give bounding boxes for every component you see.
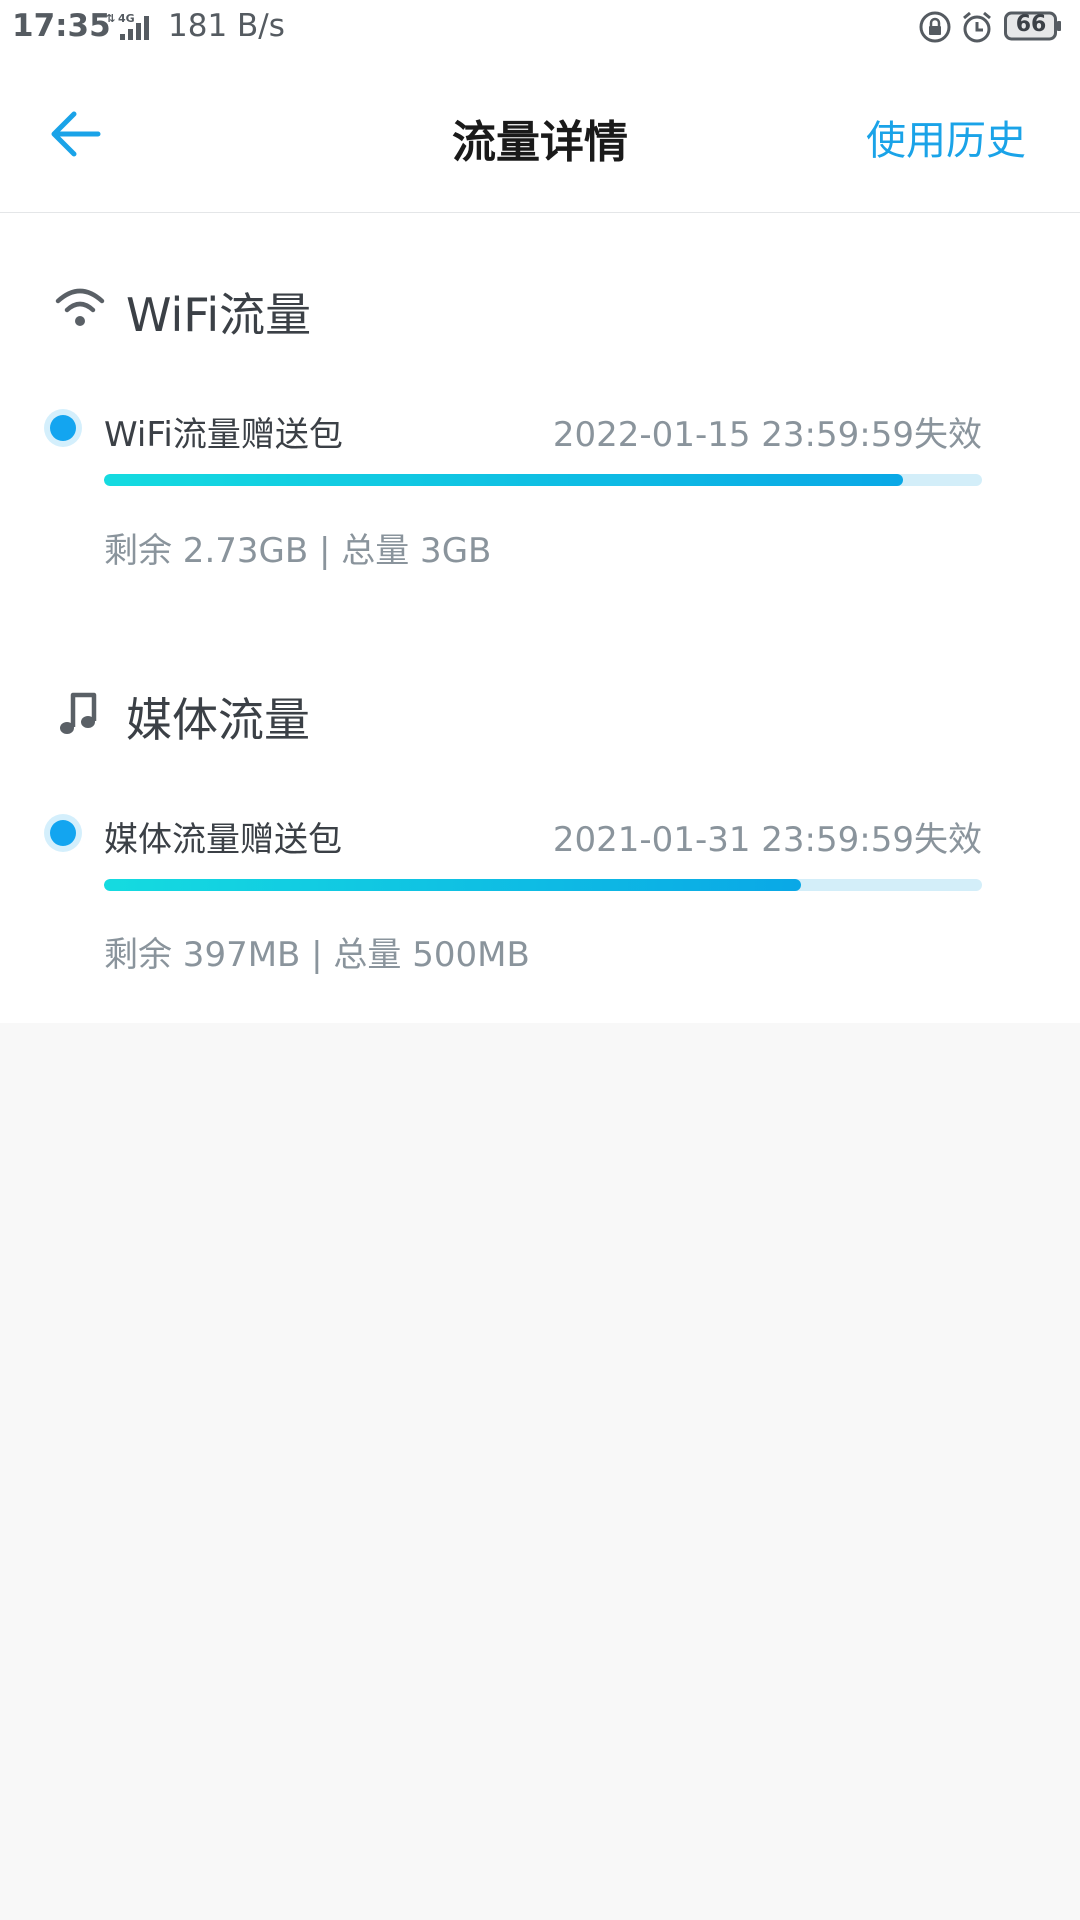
package-name: 媒体流量赠送包 <box>104 820 342 860</box>
status-time: 17:35 <box>12 8 111 44</box>
usage-progress-fill <box>104 879 802 891</box>
package-expire-date: 2022-01-15 23:59:59失效 <box>552 415 982 455</box>
package-name: WiFi流量赠送包 <box>104 415 343 455</box>
rotation-lock-icon <box>919 11 951 43</box>
usage-history-button[interactable]: 使用历史 <box>866 108 1026 166</box>
battery-level: 66 <box>1015 12 1047 37</box>
music-note-icon <box>60 692 97 734</box>
usage-progress-track <box>104 474 982 486</box>
status-bar: 17:35 ⇅ 4G 181 B/s 66 <box>0 0 1080 56</box>
package-expire-date: 2021-01-31 23:59:59失效 <box>552 820 982 860</box>
back-button[interactable] <box>40 104 110 164</box>
network-type-label: 4G <box>118 12 135 25</box>
package-indicator-dot <box>50 820 76 846</box>
section-title-wifi: WiFi流量 <box>126 288 312 342</box>
arrow-left-icon <box>51 111 101 157</box>
wifi-icon <box>55 288 105 326</box>
usage-progress-track <box>104 879 982 891</box>
traffic-content: WiFi流量 WiFi流量赠送包 2022-01-15 23:59:59失效 剩… <box>0 213 1080 1023</box>
package-remaining: 剩余 2.73GB | 总量 3GB <box>104 531 492 571</box>
alarm-icon <box>963 11 991 43</box>
signal-icon: ⇅ 4G <box>106 12 149 40</box>
header: 流量详情 使用历史 <box>0 56 1080 213</box>
svg-text:⇅: ⇅ <box>106 12 115 25</box>
usage-progress-fill <box>104 474 903 486</box>
section-title-media: 媒体流量 <box>126 693 310 747</box>
package-remaining: 剩余 397MB | 总量 500MB <box>104 935 530 975</box>
status-speed: 181 B/s <box>168 8 285 44</box>
package-indicator-dot <box>50 415 76 441</box>
